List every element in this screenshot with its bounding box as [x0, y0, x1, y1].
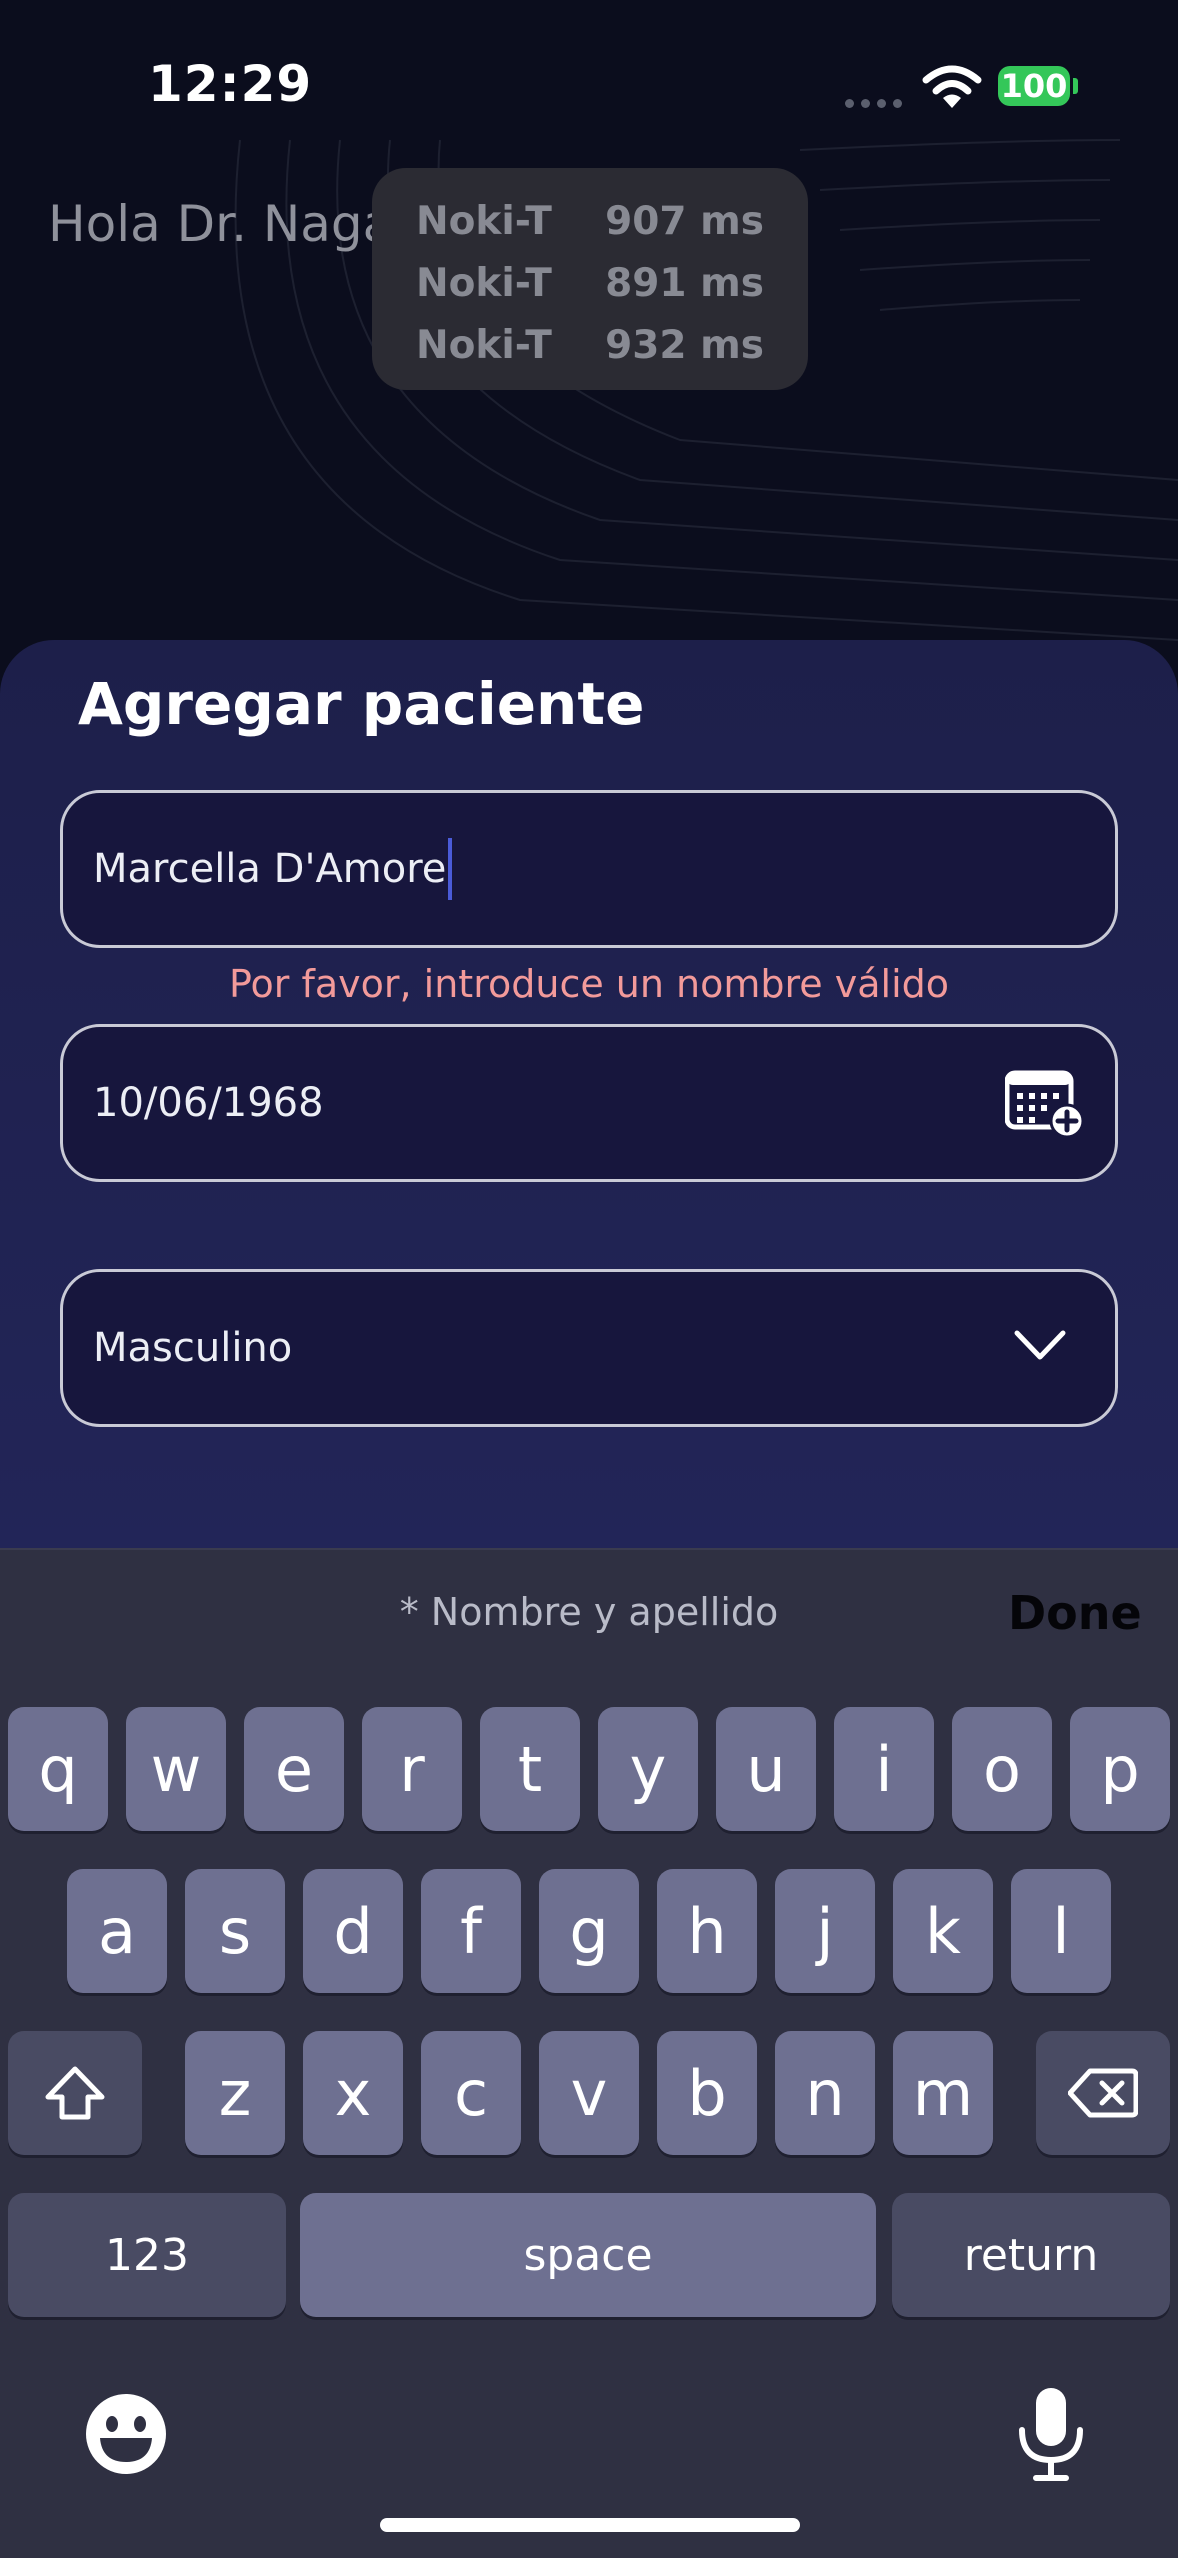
backspace-key[interactable] [1036, 2031, 1170, 2155]
birthdate-input[interactable]: 10/06/1968 [60, 1024, 1118, 1182]
status-time: 12:29 [148, 55, 313, 113]
key-m[interactable]: m [893, 2031, 993, 2155]
numbers-key[interactable]: 123 [8, 2193, 286, 2317]
latency-label: Noki-T [416, 198, 552, 244]
greeting-text: Hola Dr. Naga [48, 195, 394, 253]
key-y[interactable]: y [598, 1707, 698, 1831]
key-k[interactable]: k [893, 1869, 993, 1993]
latency-label: Noki-T [416, 322, 552, 368]
name-input-value: Marcella D'Amore [93, 846, 447, 892]
return-key[interactable]: return [892, 2193, 1170, 2317]
microphone-icon[interactable] [1014, 2386, 1088, 2486]
gender-select[interactable]: Masculino [60, 1269, 1118, 1427]
battery-level: 100 [1000, 67, 1068, 105]
key-p[interactable]: p [1070, 1707, 1170, 1831]
key-j[interactable]: j [775, 1869, 875, 1993]
key-n[interactable]: n [775, 2031, 875, 2155]
name-error-message: Por favor, introduce un nombre válido [228, 962, 950, 1006]
latency-panel: Noki-T 907 ms Noki-T 891 ms Noki-T 932 m… [372, 168, 808, 390]
key-w[interactable]: w [126, 1707, 226, 1831]
name-input[interactable]: Marcella D'Amore [60, 790, 1118, 948]
key-v[interactable]: v [539, 2031, 639, 2155]
home-indicator [380, 2518, 800, 2532]
emoji-icon[interactable] [84, 2392, 168, 2480]
cellular-signal-icon [845, 93, 909, 112]
space-key[interactable]: space [300, 2193, 876, 2317]
key-u[interactable]: u [716, 1707, 816, 1831]
key-o[interactable]: o [952, 1707, 1052, 1831]
backspace-icon [1068, 2068, 1138, 2118]
chevron-down-icon [1013, 1328, 1067, 1366]
latency-value: 932 ms [605, 322, 764, 368]
key-g[interactable]: g [539, 1869, 639, 1993]
key-t[interactable]: t [480, 1707, 580, 1831]
key-c[interactable]: c [421, 2031, 521, 2155]
latency-value: 891 ms [605, 260, 764, 306]
keyboard-hint: * Nombre y apellido [399, 1590, 779, 1634]
key-z[interactable]: z [185, 2031, 285, 2155]
gender-select-value: Masculino [93, 1325, 293, 1371]
key-s[interactable]: s [185, 1869, 285, 1993]
birthdate-input-value: 10/06/1968 [93, 1080, 324, 1126]
shift-icon [45, 2066, 105, 2120]
latency-row: Noki-T 932 ms [416, 314, 764, 376]
key-a[interactable]: a [67, 1869, 167, 1993]
battery-cap [1073, 78, 1078, 94]
key-q[interactable]: q [8, 1707, 108, 1831]
key-b[interactable]: b [657, 2031, 757, 2155]
sheet-title: Agregar paciente [78, 670, 645, 738]
key-r[interactable]: r [362, 1707, 462, 1831]
text-caret [448, 838, 453, 900]
key-l[interactable]: l [1011, 1869, 1111, 1993]
key-x[interactable]: x [303, 2031, 403, 2155]
key-d[interactable]: d [303, 1869, 403, 1993]
wifi-icon [921, 64, 983, 114]
battery-icon: 100 [998, 66, 1070, 106]
latency-value: 907 ms [605, 198, 764, 244]
done-button[interactable]: Done [1008, 1586, 1142, 1640]
key-i[interactable]: i [834, 1707, 934, 1831]
shift-key[interactable] [8, 2031, 142, 2155]
latency-label: Noki-T [416, 260, 552, 306]
calendar-add-icon[interactable] [1004, 1067, 1085, 1143]
key-h[interactable]: h [657, 1869, 757, 1993]
key-f[interactable]: f [421, 1869, 521, 1993]
latency-row: Noki-T 907 ms [416, 190, 764, 252]
latency-row: Noki-T 891 ms [416, 252, 764, 314]
key-e[interactable]: e [244, 1707, 344, 1831]
